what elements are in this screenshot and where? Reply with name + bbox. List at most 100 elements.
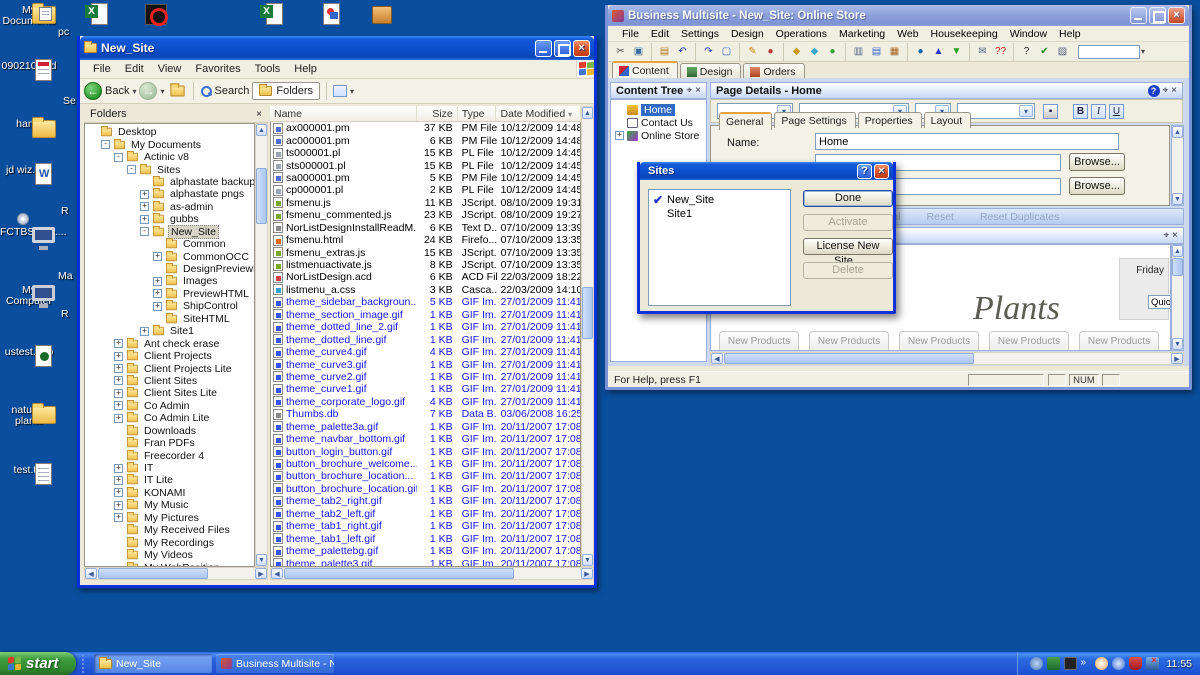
tab-design[interactable]: Design [680,63,742,79]
expand-icon[interactable]: + [114,476,123,485]
up-folder-icon[interactable] [170,86,184,97]
menu-item[interactable]: Marketing [833,27,891,41]
expand-icon[interactable]: + [114,464,123,473]
details-tab[interactable]: General [719,112,772,130]
menu-item[interactable]: File [86,61,118,77]
menu-item[interactable]: File [616,27,645,41]
views-icon[interactable] [333,85,347,97]
tree-item[interactable]: +alphastate pngs [85,188,254,200]
menu-item[interactable]: Web [891,27,924,41]
context-help-icon[interactable]: ? [1018,44,1035,60]
tree-item[interactable]: SiteHTML [85,313,254,325]
scroll-up-icon[interactable]: ▲ [256,124,267,136]
collapse-icon[interactable]: - [114,153,123,162]
close-icon[interactable]: × [695,85,701,96]
minimize-button[interactable] [1130,7,1147,24]
done-button[interactable]: Done [803,190,893,207]
desktop-icon[interactable]: 090210.acd [0,59,58,72]
collapse-icon[interactable]: - [101,140,110,149]
scroll-down-icon[interactable]: ▼ [582,554,593,566]
scroll-thumb[interactable] [582,287,593,339]
expand-icon[interactable]: + [114,364,123,373]
tree-item[interactable]: alphastate backups [85,176,254,188]
column-header[interactable]: Name [270,106,417,121]
back-label[interactable]: Back [105,85,129,97]
file-row[interactable]: Thumbs.db7 KBData B...03/06/2008 16:25 [271,408,580,420]
tree-item[interactable]: -New_Site [85,226,254,238]
desktop-icon[interactable]: test.txt [0,463,58,476]
tree-item[interactable]: Fran PDFs [85,437,254,449]
preview-vertical-scrollbar[interactable]: ▲ ▼ [1171,244,1184,351]
file-row[interactable]: fsmenu.js11 KBJScript...08/10/2009 19:31 [271,197,580,209]
file-row[interactable]: theme_sidebar_backgroun...5 KBGIF Im...2… [271,296,580,308]
menu-item[interactable]: Edit [118,61,151,77]
details-tab[interactable]: Page Settings [774,112,855,128]
file-row[interactable]: NorListDesignInstallReadM...6 KBText D..… [271,222,580,234]
views-dropdown-icon[interactable]: ▾ [350,87,354,96]
scroll-left-icon[interactable]: ◀ [711,353,723,364]
scroll-right-icon[interactable]: ▶ [255,568,267,579]
tree-item[interactable]: +Images [85,275,254,287]
scroll-thumb[interactable] [284,568,514,579]
file-row[interactable]: sa000001.pm5 KBPM File10/12/2009 14:45 [271,172,580,184]
taskbar-task[interactable]: Business Multisite - N... [216,654,334,673]
spell-check-icon[interactable]: ✔ [1036,44,1053,60]
copy-icon[interactable]: ▣ [630,44,647,60]
contact-icon[interactable]: ● [762,44,779,60]
help-icon[interactable]: ? [1148,85,1160,97]
scroll-right-icon[interactable]: ▶ [1171,353,1183,364]
expand-icon[interactable]: + [114,339,123,348]
expand-icon[interactable]: + [153,289,162,298]
tree-item[interactable]: +Co Admin Lite [85,412,254,424]
file-row[interactable]: theme_tab1_right.gif1 KBGIF Im...20/11/2… [271,520,580,532]
desktop-icon[interactable]: hania [0,117,58,130]
scroll-thumb[interactable] [1172,258,1183,276]
menu-item[interactable]: View [151,61,189,77]
menu-item[interactable]: Housekeeping [925,27,1004,41]
tree-item[interactable]: My Recordings [85,536,254,548]
security-shield-icon[interactable] [1129,657,1142,670]
close-icon[interactable]: × [1171,85,1177,96]
expand-icon[interactable]: + [114,376,123,385]
scroll-left-icon[interactable]: ◀ [271,568,283,579]
menu-item[interactable]: Operations [770,27,833,41]
file-row[interactable]: listmenu_a.css3 KBCasca...22/03/2009 14:… [271,284,580,296]
scroll-down-icon[interactable]: ▼ [1172,338,1183,350]
tree-item[interactable]: Freecorder 4 [85,449,254,461]
file-row[interactable]: NorListDesign.acd6 KBACD File22/03/2009 … [271,271,580,283]
expand-icon[interactable]: + [114,352,123,361]
files-vertical-scrollbar[interactable]: ▲ ▼ [581,106,594,567]
underline-button[interactable]: U [1109,104,1124,119]
reports-icon[interactable]: ▦ [886,44,903,60]
tab-content[interactable]: Content [612,61,678,79]
file-row[interactable]: button_login_button.gif1 KBGIF Im...20/1… [271,445,580,457]
product-tab[interactable]: New Products [719,331,799,351]
tree-item[interactable]: +Client Projects Lite [85,362,254,374]
tree-vertical-scrollbar[interactable]: ▲ ▼ [255,123,268,567]
bold-button[interactable]: B [1073,104,1088,119]
tree-item[interactable]: +ShipControl [85,300,254,312]
back-icon[interactable]: ← [84,82,102,100]
file-row[interactable]: theme_palettebg.gif1 KBGIF Im...20/11/20… [271,545,580,557]
file-row[interactable]: theme_tab2_right.gif1 KBGIF Im...20/11/2… [271,495,580,507]
paste-icon[interactable]: ▤ [656,44,673,60]
desktop-icon[interactable]: Wjd wiz.doc [0,163,58,176]
updates-icon[interactable] [1030,657,1043,670]
expand-icon[interactable]: + [114,488,123,497]
file-row[interactable]: theme_section_image.gif1 KBGIF Im...27/0… [271,309,580,321]
scroll-up-icon[interactable]: ▲ [1172,126,1183,138]
file-row[interactable]: theme_palette3.gif1 KBGIF Im...20/11/200… [271,557,580,567]
folders-button[interactable]: Folders [252,82,320,100]
column-header[interactable]: Date Modified ▾ [496,106,581,121]
network-offline-icon[interactable]: × [1146,657,1159,670]
tree-item[interactable]: -Sites [85,163,254,175]
product-tab[interactable]: New Products [1079,331,1159,351]
tree-item[interactable]: +CommonOCC [85,250,254,262]
menu-item[interactable]: Settings [675,27,725,41]
tree-item[interactable]: +gubbs [85,213,254,225]
undo-icon[interactable]: ↶ [674,44,691,60]
tree-item[interactable]: +KONAMI [85,487,254,499]
user-icon[interactable]: ● [824,44,841,60]
browse-button-2[interactable]: Browse... [1069,177,1125,195]
scroll-up-icon[interactable]: ▲ [582,107,593,119]
